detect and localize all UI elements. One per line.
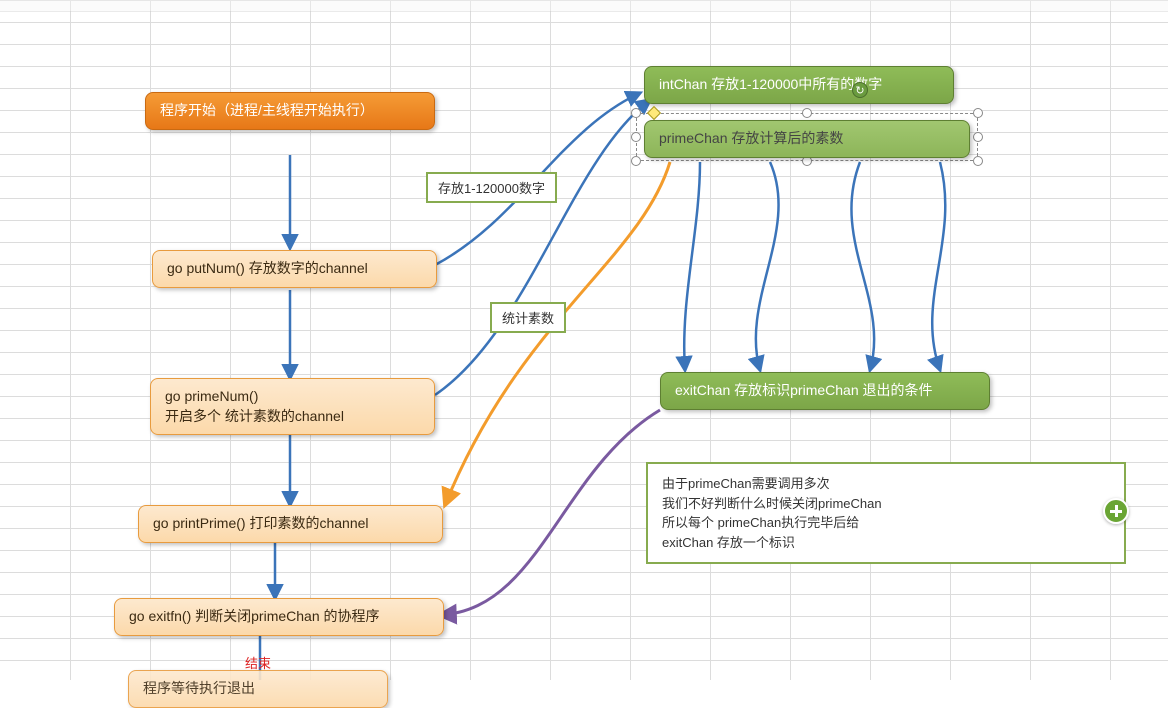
rotate-handle-icon[interactable]: ↻ (852, 82, 868, 98)
note-line1: 由于primeChan需要调用多次 (662, 474, 1110, 494)
putnum-label: go putNum() 存放数字的channel (167, 260, 368, 276)
start-node[interactable]: 程序开始（进程/主线程开始执行） (145, 92, 435, 130)
exitchan-label: exitChan 存放标识primeChan 退出的条件 (675, 382, 933, 398)
note-line2: 我们不好判断什么时候关闭primeChan (662, 494, 1110, 514)
exitfn-label: go exitfn() 判断关闭primeChan 的协程序 (129, 608, 380, 624)
exitchan-node[interactable]: exitChan 存放标识primeChan 退出的条件 (660, 372, 990, 410)
adjust-diamond-icon[interactable] (647, 106, 661, 120)
label-put-range: 存放1-120000数字 (426, 172, 557, 203)
label-count-prime: 统计素数 (490, 302, 566, 333)
start-node-label: 程序开始（进程/主线程开始执行） (160, 102, 374, 118)
printprime-label: go printPrime() 打印素数的channel (153, 515, 369, 531)
bottom-partial-label: 程序等待执行退出 (143, 680, 255, 696)
note-line3: 所以每个 primeChan执行完毕后给 (662, 513, 1110, 533)
printprime-node[interactable]: go printPrime() 打印素数的channel (138, 505, 443, 543)
intchan-label: intChan 存放1-120000中所有的数字 (659, 76, 882, 92)
add-icon[interactable] (1103, 498, 1129, 524)
bottom-partial-node[interactable]: 程序等待执行退出 (128, 670, 388, 708)
primenum-line1: go primeNum() (165, 387, 420, 407)
putnum-node[interactable]: go putNum() 存放数字的channel (152, 250, 437, 288)
primenum-node[interactable]: go primeNum() 开启多个 统计素数的channel (150, 378, 435, 435)
exitfn-node[interactable]: go exitfn() 判断关闭primeChan 的协程序 (114, 598, 444, 636)
primechan-label: primeChan 存放计算后的素数 (659, 130, 843, 146)
note-box: 由于primeChan需要调用多次 我们不好判断什么时候关闭primeChan … (646, 462, 1126, 564)
intchan-node[interactable]: intChan 存放1-120000中所有的数字 (644, 66, 954, 104)
primechan-node[interactable]: primeChan 存放计算后的素数 (644, 120, 970, 158)
primenum-line2: 开启多个 统计素数的channel (165, 407, 420, 427)
note-line4: exitChan 存放一个标识 (662, 533, 1110, 553)
